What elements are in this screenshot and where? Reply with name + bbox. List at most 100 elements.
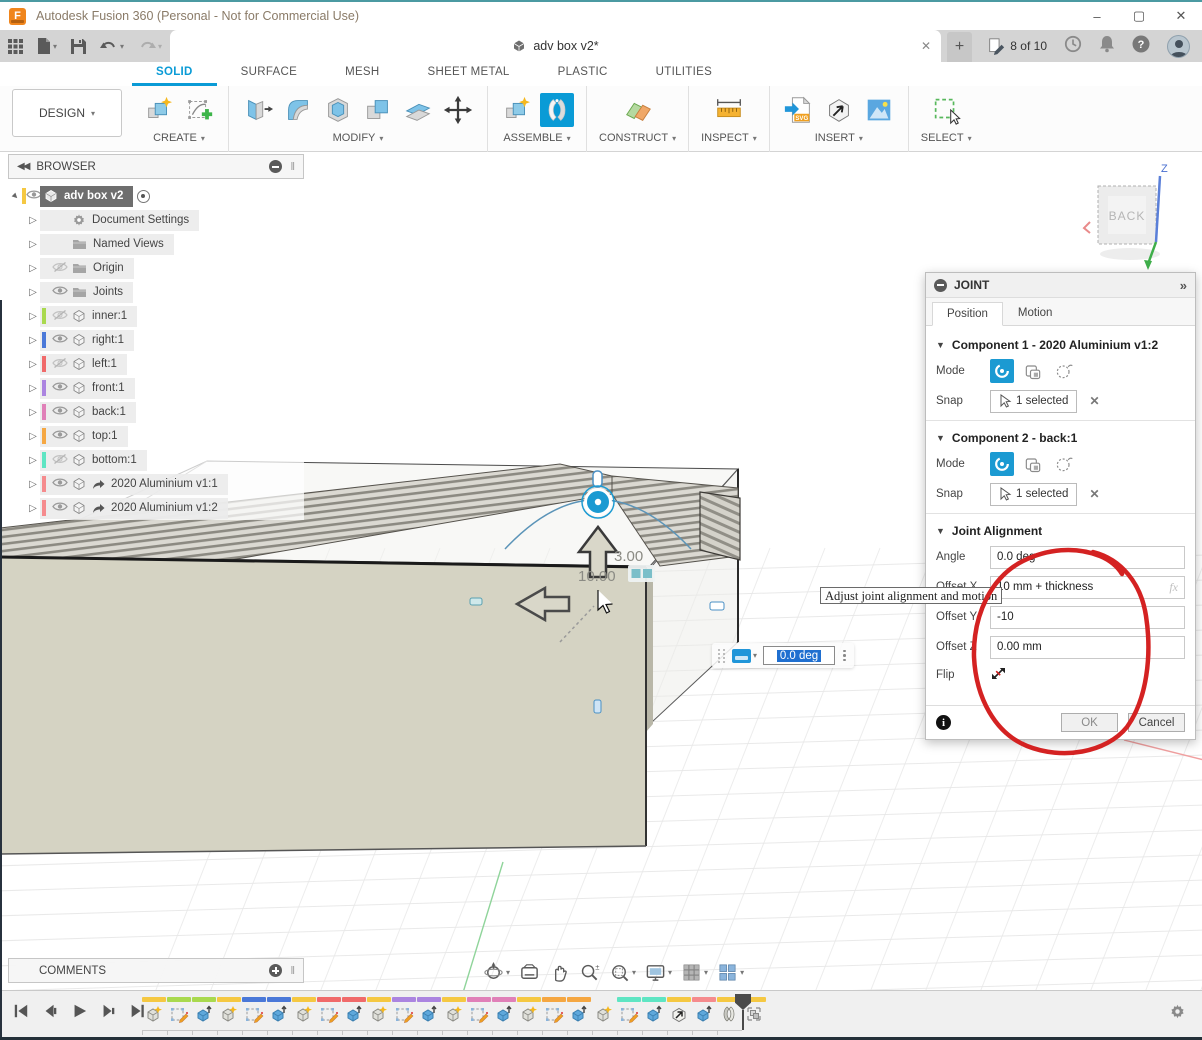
timeline-feature-component[interactable] (292, 997, 316, 1024)
offset-y-input[interactable]: -10 (990, 606, 1185, 629)
browser-item-joints[interactable]: ▷Joints (8, 280, 304, 304)
expand-icon[interactable]: ▷ (26, 335, 40, 346)
expand-icon[interactable]: ▷ (26, 359, 40, 370)
panel-minimize-icon[interactable] (269, 160, 282, 173)
undo-icon[interactable]: ▾ (100, 39, 124, 53)
expand-icon[interactable]: ▷ (26, 287, 40, 298)
browser-item-inner-1[interactable]: ▷inner:1 (8, 304, 304, 328)
extrude-feature-icon[interactable] (694, 1004, 714, 1024)
sketch-feature-icon[interactable] (319, 1004, 339, 1024)
fillet-icon[interactable] (281, 93, 315, 127)
extrude-feature-icon[interactable] (344, 1004, 364, 1024)
timeline-feature-extrude[interactable] (567, 997, 591, 1024)
expand-icon[interactable]: ▷ (26, 215, 40, 226)
maximize-button[interactable]: ▢ (1118, 3, 1160, 29)
sketch-feature-icon[interactable] (394, 1004, 414, 1024)
expand-icon[interactable]: ▷ (26, 407, 40, 418)
browser-header[interactable]: ◀◀ BROWSER ‖ (8, 154, 304, 179)
offset-z-input[interactable]: 0.00 mm (990, 636, 1185, 659)
ribbon-group-label[interactable]: CONSTRUCT▾ (599, 132, 676, 144)
extrude-feature-icon[interactable] (494, 1004, 514, 1024)
ribbon-group-label[interactable]: CREATE▾ (153, 132, 205, 144)
offset-x-input[interactable]: 10 mm + thicknessfx (990, 576, 1185, 599)
timeline-feature-extrude[interactable] (642, 997, 666, 1024)
timeline-feature-sketch[interactable] (167, 997, 191, 1024)
joint-origin-handle[interactable] (586, 490, 611, 515)
flip-icon[interactable] (990, 665, 1007, 685)
tab-surface[interactable]: SURFACE (217, 62, 321, 86)
timeline-settings-gear-icon[interactable] (1169, 1003, 1186, 1025)
expand-icon[interactable]: ▷ (26, 263, 40, 274)
section-title[interactable]: ▼Component 1 - 2020 Aluminium v1:2 (926, 332, 1195, 356)
mode-motion-link-icon[interactable] (1052, 452, 1076, 476)
timeline-feature-extrude[interactable] (342, 997, 366, 1024)
create-sketch-icon[interactable] (182, 93, 216, 127)
joint-icon[interactable] (540, 93, 574, 127)
ribbon-group-label[interactable]: MODIFY▾ (333, 132, 384, 144)
browser-item-bottom-1[interactable]: ▷bottom:1 (8, 448, 304, 472)
timeline-feature-component[interactable] (592, 997, 616, 1024)
timeline-feature-sketch[interactable] (542, 997, 566, 1024)
document-tab[interactable]: adv box v2* ✕ (170, 30, 941, 62)
timeline-feature-component[interactable] (217, 997, 241, 1024)
ribbon-group-label[interactable]: SELECT▾ (921, 132, 972, 144)
tab-motion[interactable]: Motion (1003, 301, 1068, 325)
timeline-feature-extrude[interactable] (492, 997, 516, 1024)
timeline-feature-derive[interactable] (667, 997, 691, 1024)
tab-plastic[interactable]: PLASTIC (534, 62, 632, 86)
visibility-eye-icon[interactable] (52, 381, 66, 395)
browser-item-back-1[interactable]: ▷back:1 (8, 400, 304, 424)
clear-selection-icon[interactable]: ✕ (1089, 394, 1099, 408)
select-icon[interactable] (929, 93, 963, 127)
new-tab-button[interactable]: + (947, 32, 972, 62)
panel-grip[interactable]: ‖ (290, 161, 295, 173)
notifications-bell-icon[interactable] (1099, 35, 1115, 58)
mode-between-two-faces-icon[interactable] (1021, 452, 1045, 476)
new-component-icon[interactable] (500, 93, 534, 127)
visibility-eye-icon[interactable] (52, 333, 66, 347)
mode-between-two-faces-icon[interactable] (1021, 359, 1045, 383)
close-tab-icon[interactable]: ✕ (921, 39, 931, 53)
step-forward-icon[interactable] (99, 1003, 117, 1024)
info-icon[interactable]: i (936, 715, 951, 730)
tab-position[interactable]: Position (932, 302, 1003, 326)
extrude-feature-icon[interactable] (569, 1004, 589, 1024)
construction-plane-icon[interactable] (621, 93, 655, 127)
back-panel[interactable] (0, 557, 653, 854)
component-feature-icon[interactable] (444, 1004, 464, 1024)
angle-value-input[interactable]: 0.0 deg (763, 646, 835, 665)
tab-utilities[interactable]: UTILITIES (632, 62, 736, 86)
sketch-feature-icon[interactable] (619, 1004, 639, 1024)
timeline-feature-extrude[interactable] (417, 997, 441, 1024)
selection-handle[interactable] (470, 598, 482, 605)
visibility-eye-icon[interactable] (52, 501, 66, 515)
step-back-icon[interactable] (41, 1003, 59, 1024)
extrude-feature-icon[interactable] (269, 1004, 289, 1024)
component-feature-icon[interactable] (294, 1004, 314, 1024)
pan-icon[interactable] (546, 960, 573, 985)
expand-icon[interactable]: ▷ (26, 383, 40, 394)
workspace-switcher[interactable]: DESIGN▾ (12, 89, 122, 137)
timeline-feature-component[interactable] (367, 997, 391, 1024)
expand-icon[interactable]: ▼ (7, 188, 24, 205)
browser-item-front-1[interactable]: ▷front:1 (8, 376, 304, 400)
redo-icon[interactable]: ▾ (138, 39, 162, 53)
component-feature-icon[interactable] (519, 1004, 539, 1024)
selection-handle[interactable] (710, 602, 724, 610)
browser-item-left-1[interactable]: ▷left:1 (8, 352, 304, 376)
selection-handle[interactable] (594, 700, 601, 713)
insert-svg-icon[interactable]: SVG (782, 93, 816, 127)
visibility-eye-icon[interactable] (52, 477, 66, 491)
mode-simple-icon[interactable] (990, 359, 1014, 383)
file-menu-icon[interactable]: ▾ (37, 38, 57, 54)
activate-component-radio[interactable] (137, 190, 150, 203)
dialog-minimize-icon[interactable] (934, 279, 947, 292)
joint-manipulator[interactable]: 3.00 10.00 (470, 471, 724, 713)
ribbon-group-label[interactable]: INSPECT▾ (701, 132, 757, 144)
visibility-eye-icon[interactable] (52, 453, 66, 468)
sketch-feature-icon[interactable] (544, 1004, 564, 1024)
dialog-dock-icon[interactable]: » (1180, 278, 1187, 293)
component-feature-icon[interactable] (219, 1004, 239, 1024)
close-button[interactable]: ✕ (1160, 3, 1202, 29)
component-feature-icon[interactable] (144, 1004, 164, 1024)
